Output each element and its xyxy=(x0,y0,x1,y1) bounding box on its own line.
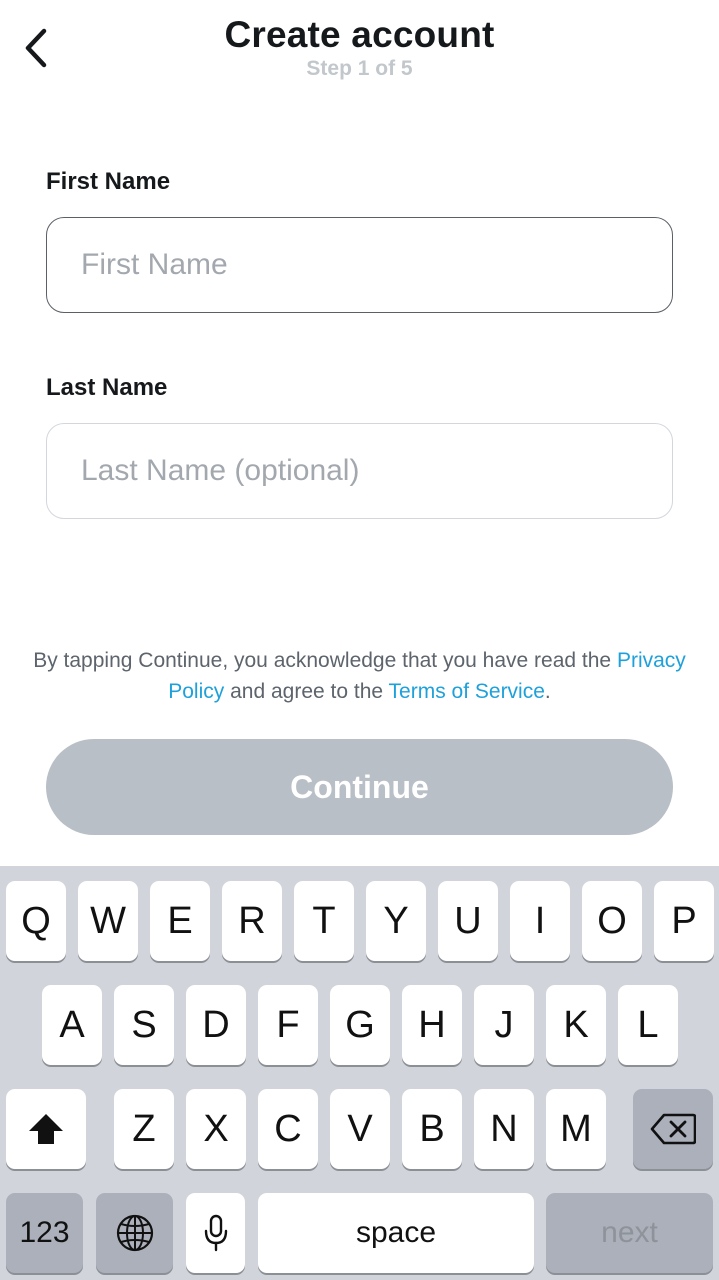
delete-key[interactable] xyxy=(633,1089,713,1169)
key-u[interactable]: U xyxy=(438,881,498,961)
key-y[interactable]: Y xyxy=(366,881,426,961)
key-j[interactable]: J xyxy=(474,985,534,1065)
key-o[interactable]: O xyxy=(582,881,642,961)
first-name-label: First Name xyxy=(46,168,171,195)
key-k[interactable]: K xyxy=(546,985,606,1065)
key-w[interactable]: W xyxy=(78,881,138,961)
last-name-label: Last Name xyxy=(46,374,168,401)
globe-key[interactable] xyxy=(96,1193,173,1273)
backspace-icon xyxy=(650,1113,696,1145)
last-name-field-container xyxy=(46,423,673,519)
keyboard: Q W E R T Y U I O P A S D F G H J K L Z … xyxy=(0,866,719,1280)
key-b[interactable]: B xyxy=(402,1089,462,1169)
shift-key[interactable] xyxy=(6,1089,86,1169)
next-key[interactable]: next xyxy=(546,1193,713,1273)
key-r[interactable]: R xyxy=(222,881,282,961)
page-title: Create account xyxy=(224,14,495,55)
key-e[interactable]: E xyxy=(150,881,210,961)
legal-text-suffix: . xyxy=(544,680,551,703)
key-q[interactable]: Q xyxy=(6,881,66,961)
first-name-field-container xyxy=(46,217,673,313)
legal-notice: By tapping Continue, you acknowledge tha… xyxy=(30,645,689,707)
shift-arrow-icon xyxy=(29,1114,63,1144)
key-n[interactable]: N xyxy=(474,1089,534,1169)
first-name-input[interactable] xyxy=(47,218,672,312)
key-v[interactable]: V xyxy=(330,1089,390,1169)
legal-text-middle: and agree to the xyxy=(224,680,389,703)
key-d[interactable]: D xyxy=(186,985,246,1065)
last-name-input[interactable] xyxy=(47,424,672,518)
globe-icon xyxy=(116,1214,153,1252)
continue-button[interactable]: Continue xyxy=(46,739,673,835)
key-s[interactable]: S xyxy=(114,985,174,1065)
key-p[interactable]: P xyxy=(654,881,714,961)
key-t[interactable]: T xyxy=(294,881,354,961)
header: Create account Step 1 of 5 xyxy=(0,0,719,100)
key-f[interactable]: F xyxy=(258,985,318,1065)
dictation-key[interactable] xyxy=(186,1193,245,1273)
space-key[interactable]: space xyxy=(258,1193,534,1273)
microphone-icon xyxy=(204,1214,227,1252)
key-z[interactable]: Z xyxy=(114,1089,174,1169)
key-g[interactable]: G xyxy=(330,985,390,1065)
key-a[interactable]: A xyxy=(42,985,102,1065)
key-c[interactable]: C xyxy=(258,1089,318,1169)
key-h[interactable]: H xyxy=(402,985,462,1065)
key-l[interactable]: L xyxy=(618,985,678,1065)
key-i[interactable]: I xyxy=(510,881,570,961)
terms-of-service-link[interactable]: Terms of Service xyxy=(389,680,545,703)
key-m[interactable]: M xyxy=(546,1089,606,1169)
legal-text-prefix: By tapping Continue, you acknowledge tha… xyxy=(33,649,617,672)
step-indicator: Step 1 of 5 xyxy=(306,57,413,80)
key-x[interactable]: X xyxy=(186,1089,246,1169)
numbers-key[interactable]: 123 xyxy=(6,1193,83,1273)
